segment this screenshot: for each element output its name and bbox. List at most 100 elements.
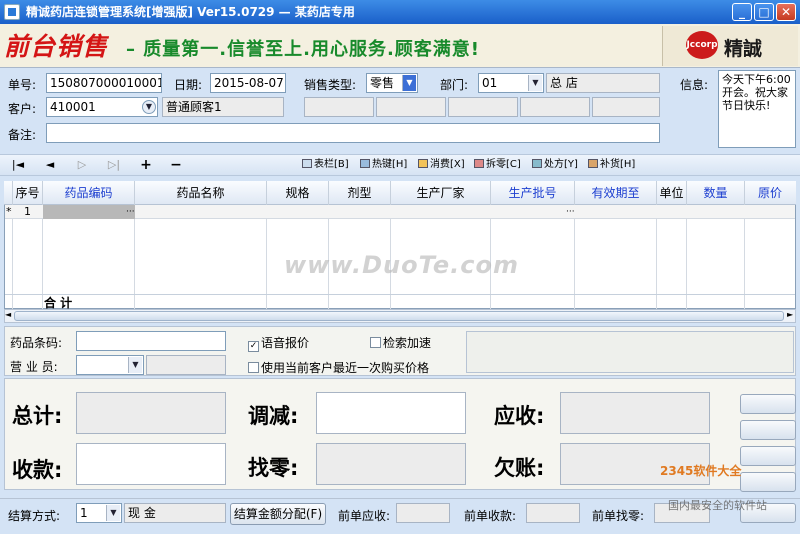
last-price-checkbox[interactable]: 使用当前客户最近一次购买价格 xyxy=(248,359,429,376)
nav-last-button[interactable]: ▷| xyxy=(104,156,124,174)
watermark-corner: 2345软件大全 xyxy=(660,464,742,478)
dept-select[interactable]: 01 ▼ xyxy=(478,73,544,93)
scroll-left-icon[interactable]: ◄ xyxy=(5,310,11,319)
date-field[interactable]: 2015-08-07 xyxy=(210,73,286,93)
prescription-button[interactable]: 处方[Y] xyxy=(532,156,578,174)
receivable-label: 应收: xyxy=(494,404,545,428)
col-header-drug-code[interactable]: 药品编码 xyxy=(43,181,135,205)
window-title: 精诚药店连锁管理系统[增强版] Ver15.0729 — 某药店专用 xyxy=(26,5,355,19)
nav-next-button[interactable]: ▷ xyxy=(72,156,92,174)
maximize-button[interactable]: □ xyxy=(754,3,774,21)
chevron-down-icon[interactable]: ▼ xyxy=(142,100,156,114)
extra-field-5 xyxy=(592,97,660,117)
voice-price-label: 语音报价 xyxy=(261,336,310,350)
total-row-divider xyxy=(5,294,795,295)
col-header-expiry[interactable]: 有效期至 xyxy=(575,181,657,205)
prev-received-label: 前单收款: xyxy=(464,509,517,523)
watermark-corner-sub: 国内最安全的软件站 xyxy=(668,499,767,512)
customer-code-select[interactable]: 410001 ▼ xyxy=(46,97,158,117)
table-col-label: 表栏[B] xyxy=(314,159,349,170)
info-textbox[interactable]: 今天下午6:00开会。祝大家节日快乐! xyxy=(718,70,796,148)
ellipsis-icon[interactable]: ··· xyxy=(126,205,135,219)
sale-type-value: 零售 xyxy=(370,76,395,90)
allocate-amount-button[interactable]: 结算金额分配(F) xyxy=(230,503,326,525)
chevron-down-icon[interactable]: ▼ xyxy=(128,357,142,373)
hotkey-button[interactable]: 热键[H] xyxy=(360,156,407,174)
settle-method-select[interactable]: 1 ▼ xyxy=(76,503,122,523)
side-button-3[interactable] xyxy=(740,446,796,466)
debt-label: 欠账: xyxy=(494,456,545,480)
table-icon xyxy=(302,159,312,168)
consume-button[interactable]: 消费[X] xyxy=(418,156,465,174)
selected-cell[interactable] xyxy=(43,205,135,219)
chevron-down-icon[interactable]: ▼ xyxy=(528,75,542,91)
date-label: 日期: xyxy=(174,78,203,92)
app-icon xyxy=(4,4,20,20)
extra-field-2 xyxy=(376,97,446,117)
prev-received-field xyxy=(526,503,580,523)
side-button-1[interactable] xyxy=(740,394,796,414)
split-icon xyxy=(474,159,484,168)
prescription-icon xyxy=(532,159,542,168)
search-speed-checkbox[interactable]: 检索加速 xyxy=(370,334,431,351)
salesperson-label: 营 业 员: xyxy=(10,360,58,374)
col-header-qty[interactable]: 数量 xyxy=(687,181,745,205)
sale-type-select[interactable]: 零售 ▼ xyxy=(366,73,418,93)
salesperson-select[interactable]: ▼ xyxy=(76,355,144,375)
col-header-price[interactable]: 原价 xyxy=(745,181,795,205)
adjust-input[interactable] xyxy=(316,392,466,434)
table-col-button[interactable]: 表栏[B] xyxy=(302,156,349,174)
chevron-down-icon[interactable]: ▼ xyxy=(106,505,120,521)
barcode-input[interactable] xyxy=(76,331,226,351)
extra-field-1 xyxy=(304,97,374,117)
hotkey-label: 热键[H] xyxy=(372,159,408,170)
split-button[interactable]: 拆零[C] xyxy=(474,156,521,174)
side-button-2[interactable] xyxy=(740,420,796,440)
change-field xyxy=(316,443,466,485)
col-header-manufacturer[interactable]: 生产厂家 xyxy=(391,181,491,205)
dept-code-value: 01 xyxy=(482,76,498,90)
col-header-drug-name[interactable]: 药品名称 xyxy=(135,181,267,205)
title-bar: 精诚药店连锁管理系统[增强版] Ver15.0729 — 某药店专用 _ □ ✕ xyxy=(0,0,800,24)
total-field xyxy=(76,392,226,434)
close-button[interactable]: ✕ xyxy=(776,3,796,21)
nav-prev-button[interactable]: ◄ xyxy=(40,156,60,174)
add-row-button[interactable]: + xyxy=(136,156,156,174)
ellipsis-icon[interactable]: ··· xyxy=(566,205,575,219)
checkbox-checked-icon[interactable]: ✓ xyxy=(248,341,259,352)
note-field[interactable] xyxy=(46,123,660,143)
col-header-unit[interactable]: 单位 xyxy=(657,181,687,205)
remove-row-button[interactable]: − xyxy=(166,156,186,174)
watermark: www.DuoTe.com xyxy=(284,251,519,279)
payment-input[interactable] xyxy=(76,443,226,485)
side-button-4[interactable] xyxy=(740,472,796,492)
prev-receivable-label: 前单应收: xyxy=(338,509,391,523)
restock-button[interactable]: 补货[H] xyxy=(588,156,635,174)
scroll-right-icon[interactable]: ► xyxy=(787,310,793,319)
settle-code-value: 1 xyxy=(80,506,88,520)
salesperson-name-field xyxy=(146,355,226,375)
col-header-spec[interactable]: 规格 xyxy=(267,181,329,205)
customer-code-value: 410001 xyxy=(50,100,96,114)
order-no-label: 单号: xyxy=(8,78,37,92)
checkbox-icon[interactable] xyxy=(370,337,381,348)
slogan: – 质量第一.信誉至上.用心服务.顾客满意! xyxy=(126,39,480,60)
chevron-down-icon[interactable]: ▼ xyxy=(402,75,416,91)
minimize-button[interactable]: _ xyxy=(732,3,752,21)
module-logo: 前台销售 xyxy=(4,32,109,61)
checkbox-icon[interactable] xyxy=(248,362,259,373)
settle-name-field: 现 金 xyxy=(124,503,226,523)
customer-label: 客户: xyxy=(8,102,37,116)
last-price-label: 使用当前客户最近一次购买价格 xyxy=(261,361,430,375)
col-header-batch[interactable]: 生产批号 xyxy=(491,181,575,205)
order-no-field[interactable]: 150807000010001 xyxy=(46,73,162,93)
col-header-form[interactable]: 剂型 xyxy=(329,181,391,205)
payment-label: 收款: xyxy=(12,458,63,482)
col-header-index[interactable]: 序号 xyxy=(13,181,43,205)
note-label: 备注: xyxy=(8,128,37,142)
scrollbar-thumb[interactable] xyxy=(14,311,784,321)
dept-label: 部门: xyxy=(440,78,469,92)
voice-price-checkbox[interactable]: ✓ 语音报价 xyxy=(248,334,309,352)
nav-first-button[interactable]: |◄ xyxy=(8,156,28,174)
prev-receivable-field xyxy=(396,503,450,523)
